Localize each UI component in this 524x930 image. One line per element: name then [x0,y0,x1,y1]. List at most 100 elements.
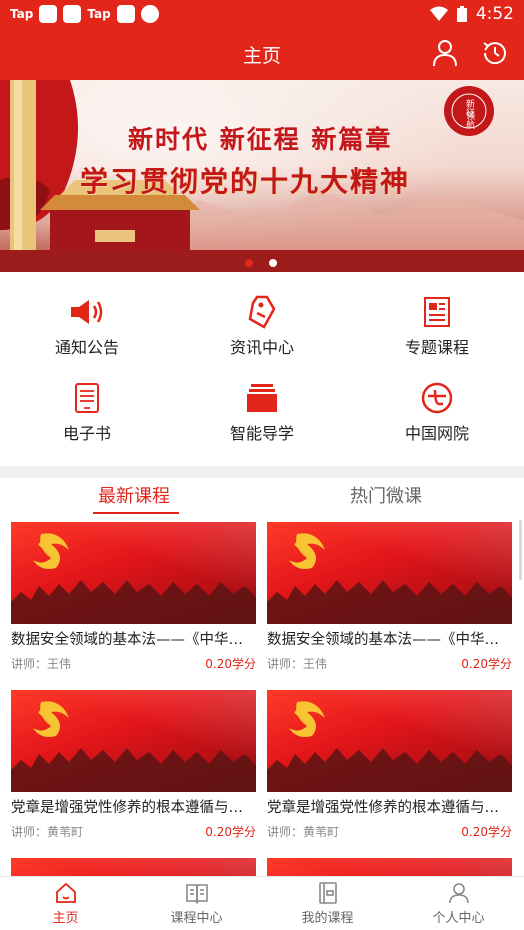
course-tabs: 最新课程 热门微课 [0,482,524,518]
person-icon [448,883,469,904]
app-screen: Tap Tap 4:52 主页 新时代 新征程 新篇章 学习贯彻党的十九大精神 … [0,0,524,930]
course-list: 数据安全领域的基本法——《中华人民共和国数据安全法》解读 讲师：王伟 0.20学… [0,522,524,876]
tab-latest-courses[interactable]: 最新课程 [98,482,170,508]
course-card[interactable]: 党章是增强党性修养的根本遵循与行动指南 讲师：黄苇町 0.20学分 [11,690,256,840]
menu-item-topic-course[interactable]: 专题课程 [350,286,524,366]
course-thumbnail [267,858,512,876]
course-meta: 讲师：黄苇町 0.20学分 [267,823,512,840]
menu-label: 通知公告 [54,338,119,357]
course-teacher: 讲师：黄苇町 [11,825,84,839]
menu-label: 智能导学 [229,424,294,443]
course-meta: 讲师：王伟 0.20学分 [267,655,512,672]
status-bar: Tap Tap 4:52 [0,0,524,28]
course-card[interactable] [267,858,512,876]
course-card[interactable]: 党章是增强党性修养的根本遵循与行动指南 讲师：黄苇町 0.20学分 [267,690,512,840]
carousel-dot-active[interactable] [245,259,253,267]
header-actions [430,38,510,68]
banner-subheadline: 学习贯彻党的十九大精神 [80,165,411,198]
course-card[interactable] [11,858,256,876]
status-tap-label-1: Tap [10,7,34,21]
party-emblem-silhouette-art [11,701,256,792]
course-card[interactable]: 数据安全领域的基本法——《中华人民共和国数据安全法》解读 讲师：王伟 0.20学… [267,522,512,672]
home-icon [55,882,76,903]
flag-shine [11,858,256,876]
menu-label: 资讯中心 [229,338,294,357]
banner-headline: 新时代 新征程 新篇章 [128,125,393,154]
course-credit: 0.20学分 [461,825,512,839]
menu-item-china-net[interactable]: 中国网院 [350,372,524,452]
course-teacher: 讲师：王伟 [11,657,72,671]
notification-icon [63,5,82,23]
course-thumbnail [11,522,256,624]
course-credit: 0.20学分 [205,825,256,839]
nav-label: 主页 [52,911,79,926]
course-thumbnail [267,690,512,792]
feature-menu-grid: 通知公告 资讯中心 专题课程 电子书 智能导学 中国网院 [0,286,524,462]
menu-label: 电子书 [62,424,111,443]
party-emblem-silhouette-art [267,533,512,624]
course-teacher: 讲师：黄苇町 [267,825,340,839]
course-credit: 0.20学分 [461,657,512,671]
notification-icon [116,5,135,23]
course-title: 党章是增强党性修养的根本遵循与行动指南 [11,800,256,816]
course-teacher: 讲师：王伟 [267,657,328,671]
nav-label: 我的课程 [301,911,354,926]
menu-item-smart-guide[interactable]: 智能导学 [175,372,349,452]
notebook-icon [318,882,337,904]
book-icon [185,884,208,904]
wifi-icon [429,6,448,21]
party-emblem-silhouette-art [267,701,512,792]
sync-icon [140,5,159,23]
course-thumbnail [11,858,256,876]
megaphone-icon [67,294,107,330]
status-right: 4:52 [429,4,514,24]
history-clock-icon[interactable] [480,38,510,68]
notification-icon [39,5,58,23]
carousel-dot[interactable] [269,259,277,267]
menu-label: 中国网院 [404,424,469,443]
app-header: 主页 [0,28,524,80]
active-tab-indicator [93,512,179,514]
scrollbar[interactable] [519,520,522,580]
tag-icon [242,294,282,330]
svg-text:领航: 领航 [464,110,475,130]
menu-item-news[interactable]: 资讯中心 [175,286,349,366]
document-icon [417,294,457,330]
course-credit: 0.20学分 [205,657,256,671]
nav-item-my-courses[interactable]: 我的课程 [262,877,393,930]
menu-item-notice[interactable]: 通知公告 [0,286,174,366]
banner-carousel[interactable]: 新时代 新征程 新篇章 学习贯彻党的十九大精神 新征 领航 [0,80,524,272]
menu-item-ebook[interactable]: 电子书 [0,372,174,452]
nav-label: 个人中心 [432,911,485,926]
ebook-icon [67,380,107,416]
course-thumbnail [267,522,512,624]
status-left: Tap Tap [10,5,159,23]
flag-shine [267,858,512,876]
status-time: 4:52 [475,4,514,24]
course-thumbnail [11,690,256,792]
course-meta: 讲师：王伟 0.20学分 [11,655,256,672]
status-tap-label-2: Tap [87,7,111,21]
nav-item-home[interactable]: 主页 [0,877,131,930]
china-net-icon [417,380,457,416]
course-title: 党章是增强党性修养的根本遵循与行动指南 [267,800,512,816]
battery-icon [456,6,467,22]
page-title: 主页 [242,44,281,67]
course-title: 数据安全领域的基本法——《中华人民共和国数据安全法》解读 [11,632,256,648]
party-emblem-silhouette-art [11,533,256,624]
menu-label: 专题课程 [404,338,469,357]
tab-hot-micro-courses[interactable]: 热门微课 [350,482,422,508]
bottom-navigation: 主页 课程中心 我的课程 个人中心 [0,876,524,930]
stack-icon [242,380,282,416]
course-card[interactable]: 数据安全领域的基本法——《中华人民共和国数据安全法》解读 讲师：王伟 0.20学… [11,522,256,672]
nav-label: 课程中心 [170,911,223,926]
course-title: 数据安全领域的基本法——《中华人民共和国数据安全法》解读 [267,632,512,648]
seal-mark: 新征 领航 [451,93,487,130]
carousel-indicators [245,259,277,267]
section-divider [0,466,524,478]
nav-item-personal-center[interactable]: 个人中心 [393,877,524,930]
user-icon[interactable] [430,38,460,68]
course-meta: 讲师：黄苇町 0.20学分 [11,823,256,840]
nav-item-course-center[interactable]: 课程中心 [131,877,262,930]
banner-seal-logo: 新征 领航 [444,86,494,136]
